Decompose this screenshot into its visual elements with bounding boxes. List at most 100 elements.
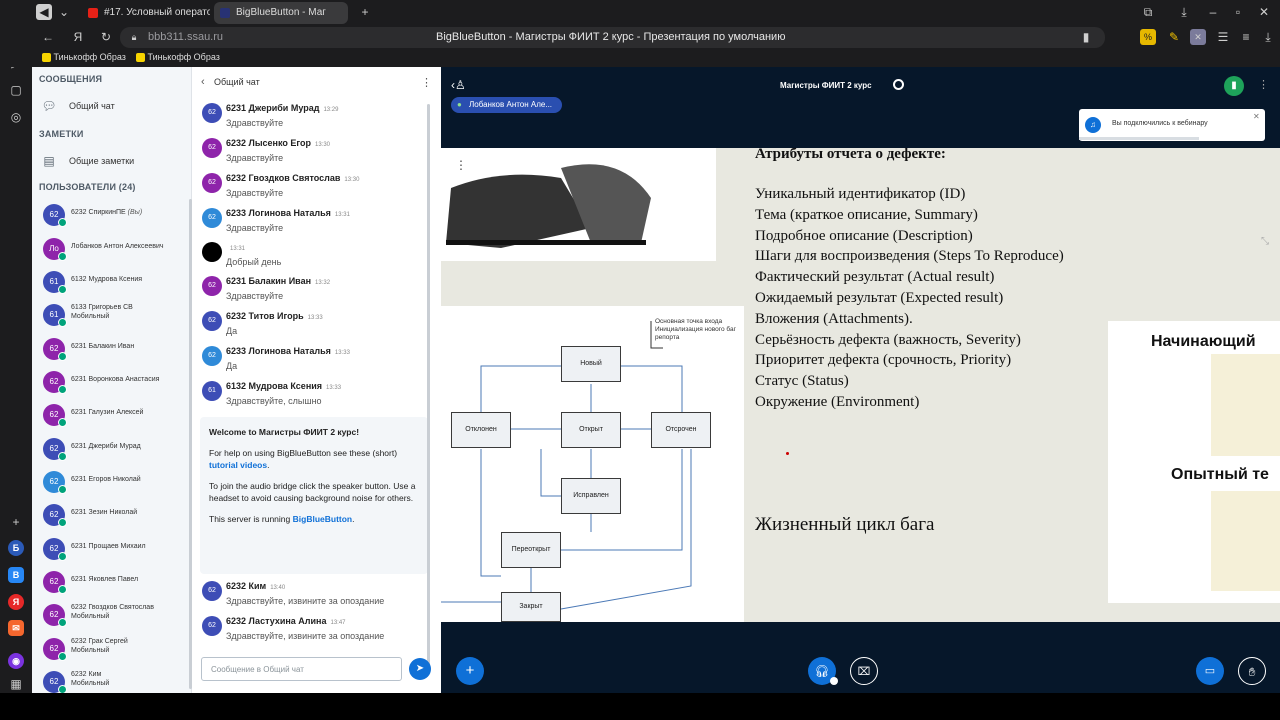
bookmark-item-2[interactable]: Тинькофф Образ <box>136 52 220 63</box>
raise-hand-button[interactable]: ✋︎ <box>1238 657 1266 685</box>
node-new: Новый <box>561 346 621 382</box>
bug-lifecycle-diagram: Основная точка входа Инициализация новог… <box>441 306 744 622</box>
message-author: 6232 Ластухина Алина <box>226 616 327 626</box>
mail-icon[interactable]: ✉ <box>8 620 24 636</box>
chat-message: 62 6232 Титов Игорь 13:33 Да <box>200 308 430 342</box>
user-list-item[interactable]: 62 6231 Егоров Николай <box>41 469 189 495</box>
bookmark-item-1[interactable]: Тинькофф Образ <box>42 52 126 63</box>
user-list-item[interactable]: 62 6231 Воронкова Анастасия <box>41 369 189 395</box>
back-icon[interactable]: ← <box>40 29 56 45</box>
avatar: 62 <box>202 311 222 331</box>
user-list-item[interactable]: 62 6232 СпиркинПЕ (Вы) <box>41 202 189 228</box>
tabs-count-icon[interactable]: ▢ <box>8 82 24 98</box>
tutorial-videos-link[interactable]: tutorial videos <box>209 460 267 470</box>
share-webcam-button[interactable]: ⌧ <box>850 657 878 685</box>
user-list-item[interactable]: 62 6231 Балакин Иван <box>41 336 189 362</box>
recording-icon[interactable] <box>893 79 904 90</box>
toast-close-icon[interactable]: ✕ <box>1253 112 1260 121</box>
app-b-icon[interactable]: Б <box>8 540 24 556</box>
actions-button[interactable]: + <box>456 657 484 685</box>
yandex-logo-icon[interactable]: Я <box>70 29 86 45</box>
menu-icon[interactable]: ≡ <box>1238 29 1254 45</box>
vk-icon[interactable]: В <box>8 567 24 583</box>
user-list-item[interactable]: 61 6133 Григорьев СВ Мобильный <box>41 302 189 328</box>
download-icon[interactable]: ⤓ <box>1176 4 1192 20</box>
welcome-audio-hint: To join the audio bridge click the speak… <box>209 481 416 503</box>
slide-text-line: Ожидаемый результат (Expected result) <box>755 290 1004 306</box>
user-list-item[interactable]: 62 6231 Джериби Мурад <box>41 436 189 462</box>
bigbluebutton-link[interactable]: BigBlueButton <box>293 514 353 524</box>
mic-status-icon <box>58 618 67 627</box>
reload-icon[interactable]: ↻ <box>98 29 114 45</box>
message-text: Здравствуйте <box>226 118 284 128</box>
cartoon-cat-image-2 <box>1211 491 1280 591</box>
user-list-item[interactable]: 62 6232 Грак Сергей Мобильный <box>41 636 189 662</box>
extension-3-icon[interactable]: ✕ <box>1190 29 1206 45</box>
message-time: 13:29 <box>323 107 339 113</box>
close-icon[interactable]: ✕ <box>1256 4 1272 20</box>
minimize-icon[interactable]: – <box>1205 4 1221 20</box>
message-text: Здравствуйте <box>226 223 284 233</box>
message-text: Здравствуйте, извините за опоздание <box>226 631 385 641</box>
presenter-badge[interactable]: ● Лобанков Антон Але... <box>451 97 563 113</box>
tab-youtube[interactable]: #17. Условный оператор i <box>82 2 210 24</box>
user-name: Лобанков Антон Алексеевич <box>71 243 164 250</box>
bookmarks-list-icon[interactable]: ☰ <box>1215 29 1231 45</box>
tinkoff-icon <box>42 53 51 63</box>
user-list-item[interactable]: 62 6232 Гвоздков Святослав Мобильный <box>41 602 189 628</box>
toast-progress <box>1079 137 1199 140</box>
audio-settings-dot[interactable] <box>830 677 838 685</box>
connection-status-icon[interactable]: ▮ <box>1224 76 1244 96</box>
mic-status-icon <box>58 518 67 527</box>
url-field[interactable]: 🔒︎ bbb311.ssau.ru BigBlueButton - Магист… <box>120 27 1105 48</box>
alice-icon[interactable]: ◉ <box>8 653 24 669</box>
chat-input-placeholder: Сообщение в Общий чат <box>211 665 304 674</box>
message-text: Здравствуйте <box>226 153 284 163</box>
user-list-item[interactable]: 62 6231 Прощаев Михаил <box>41 536 189 562</box>
user-list-item[interactable]: Ло Лобанков Антон Алексеевич <box>41 236 189 262</box>
user-list-item[interactable]: 61 6132 Мудрова Ксения <box>41 269 189 295</box>
extension-1-icon[interactable]: % <box>1140 29 1156 45</box>
chevron-down-icon[interactable]: ⌄ <box>56 4 72 20</box>
os-sidebar: ● ◷ ▷ ▢ ◎ + Б В Я ✉ ◉ ▦ <box>0 0 32 720</box>
toggle-userlist-icon[interactable]: ‹♙ <box>451 78 466 92</box>
chat-scrollbar[interactable] <box>427 104 430 674</box>
avatar: 61 <box>202 381 222 401</box>
mic-status-icon <box>58 252 67 261</box>
slide-options-icon[interactable]: ⋮ <box>455 158 467 172</box>
welcome-message: Welcome to Магистры ФИИТ 2 курс! For hel… <box>200 417 428 574</box>
minimize-presentation-icon[interactable]: ⤡ <box>1261 236 1269 247</box>
tab-bigbluebutton[interactable]: BigBlueButton - Маг <box>214 2 348 24</box>
user-list-item[interactable]: 62 6231 Галузин Алексей <box>41 402 189 428</box>
user-list-item[interactable]: 62 6231 Яковлев Павел <box>41 569 189 595</box>
add-icon[interactable]: + <box>8 514 24 530</box>
chat-input[interactable]: Сообщение в Общий чат <box>201 657 402 681</box>
camera-icon[interactable]: ◎ <box>8 109 24 125</box>
user-list-panel: СООБЩЕНИЯ 💬︎ Общий чат ЗАМЕТКИ ▤ Общие з… <box>32 67 192 695</box>
chat-back-icon[interactable]: ‹ <box>201 76 205 88</box>
laser-pointer <box>786 452 789 455</box>
yandex-icon[interactable]: Я <box>8 594 24 610</box>
options-menu-icon[interactable]: ⋮ <box>1258 78 1269 91</box>
grid-icon[interactable]: ▦ <box>8 676 24 692</box>
user-list-item[interactable]: 62 6231 Зезин Николай <box>41 502 189 528</box>
mic-status-icon <box>58 385 67 394</box>
new-tab-icon[interactable]: + <box>357 4 373 20</box>
user-name: 6232 Гвоздков Святослав <box>71 604 154 611</box>
speaker-icon[interactable]: ◀ <box>36 4 52 20</box>
message-time: 13:31 <box>334 212 350 218</box>
chat-message: 62 6232 Лысенко Егор 13:30 Здравствуйте <box>200 135 430 169</box>
send-button[interactable]: ➤ <box>409 658 431 680</box>
chat-options-icon[interactable]: ⋮ <box>421 76 432 89</box>
bug-cartoon-image <box>446 164 651 248</box>
download-arrow-icon[interactable]: ⤓ <box>1260 29 1276 45</box>
presentation-toggle-button[interactable]: ▭ <box>1196 657 1224 685</box>
collections-icon[interactable]: ⧉ <box>1140 4 1156 20</box>
user-list-item[interactable]: 62 6232 Ким Мобильный <box>41 669 189 695</box>
maximize-icon[interactable]: ▫ <box>1230 4 1246 20</box>
lock-icon: 🔒︎ <box>131 32 137 42</box>
extension-2-icon[interactable]: ✎ <box>1166 29 1182 45</box>
chat-message: 62 6231 Балакин Иван 13:32 Здравствуйте <box>200 273 430 307</box>
screen: ● ◷ ▷ ▢ ◎ + Б В Я ✉ ◉ ▦ ◀ ⌄ #17. Условны… <box>0 0 1280 720</box>
bookmark-icon[interactable]: ▮ <box>1078 29 1094 45</box>
